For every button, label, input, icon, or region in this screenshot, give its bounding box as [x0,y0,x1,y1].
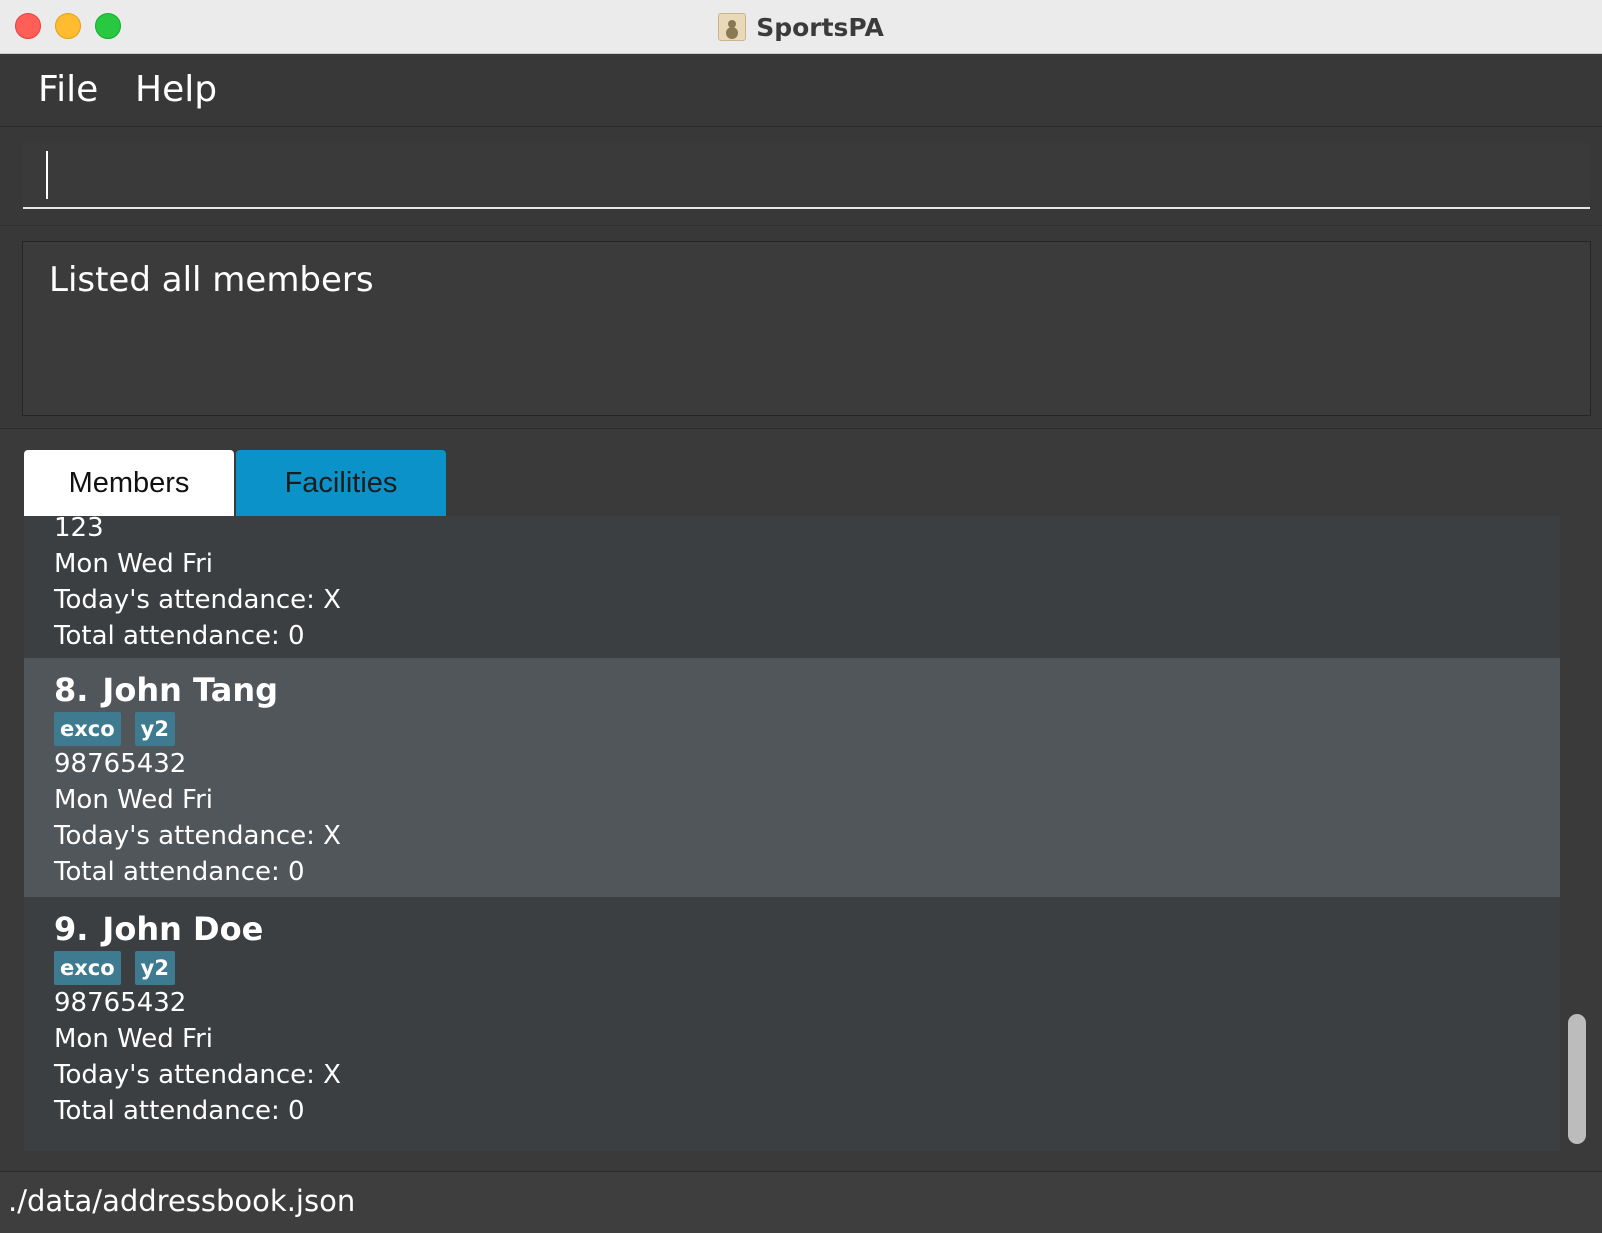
command-box-area [0,127,1602,226]
member-name: John Doe [102,910,264,948]
member-list[interactable]: 123 Mon Wed Fri Today's attendance: X To… [24,516,1560,1151]
menu-bar: File Help [0,55,1602,127]
member-index: 9. [54,910,89,948]
window-title: SportsPA [756,12,884,42]
member-availability: Mon Wed Fri [54,785,214,815]
member-todays-attendance: Today's attendance: X [54,1060,341,1090]
member-tags: exco y2 [54,712,1560,746]
member-total-attendance: Total attendance: 0 [54,857,305,887]
menu-help[interactable]: Help [133,69,219,110]
member-name-line: 9. John Doe [54,909,1560,949]
member-total-attendance: Total attendance: 0 [54,621,305,651]
member-todays-attendance: Today's attendance: X [54,821,341,851]
member-card-selected[interactable]: 8. John Tang exco y2 98765432 Mon Wed Fri… [24,658,1560,897]
member-tags: exco y2 [54,951,1560,985]
menu-file[interactable]: File [36,69,100,110]
member-total-attendance: Total attendance: 0 [54,1096,305,1126]
address-book-icon [718,13,747,41]
tab-members[interactable]: Members [24,450,234,516]
member-tag: y2 [134,951,175,985]
title-bar: SportsPA [0,0,1602,54]
member-tag: y2 [134,712,175,746]
member-availability: Mon Wed Fri [54,549,214,579]
member-phone: 98765432 [54,749,187,779]
result-display[interactable]: Listed all members [22,241,1591,416]
save-file-path: ./data/addressbook.json [8,1184,356,1218]
member-index: 8. [54,671,89,709]
list-panel: Members Facilities 123 Mon Wed Fri Today… [0,430,1602,1171]
member-todays-attendance: Today's attendance: X [54,585,341,615]
title-wrap: SportsPA [0,0,1602,54]
member-tag: exco [54,712,121,746]
member-card[interactable]: 9. John Doe exco y2 98765432 Mon Wed Fri … [24,897,1560,1136]
text-caret [46,151,48,199]
app-window: SportsPA File Help Listed all members Me… [0,0,1602,1233]
member-name-line: 8. John Tang [54,670,1560,710]
list-scrollbar[interactable] [1568,1014,1586,1144]
member-name: John Tang [102,671,278,709]
result-message: Listed all members [49,260,374,300]
member-availability: Mon Wed Fri [54,1024,214,1054]
status-bar: ./data/addressbook.json [0,1171,1602,1233]
member-tag: exco [54,951,121,985]
member-phone: 98765432 [54,988,187,1018]
result-display-area: Listed all members [0,227,1602,429]
member-phone: 123 [54,516,104,543]
member-card[interactable]: 123 Mon Wed Fri Today's attendance: X To… [24,516,1560,658]
command-input[interactable] [23,143,1590,209]
tab-facilities[interactable]: Facilities [236,450,446,516]
